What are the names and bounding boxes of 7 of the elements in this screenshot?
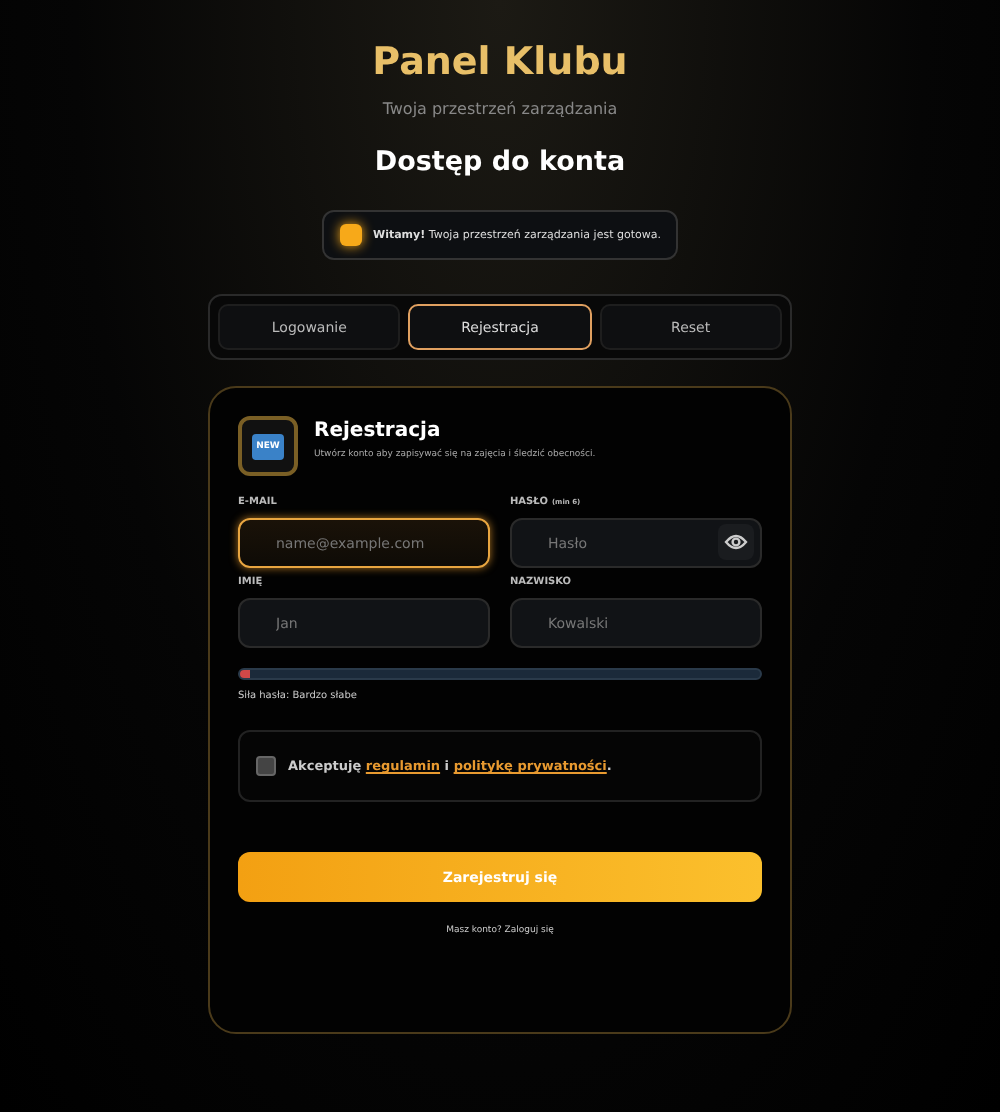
show-password-button[interactable] [718, 524, 754, 560]
terms-checkbox[interactable] [256, 756, 276, 776]
page-heading: Dostęp do konta [374, 146, 626, 178]
eye-icon [724, 532, 748, 552]
app-title: Panel Klubu [372, 40, 628, 84]
app-subtitle: Twoja przestrzeń zarządzania [382, 100, 618, 118]
card-title: Rejestracja [314, 420, 443, 442]
